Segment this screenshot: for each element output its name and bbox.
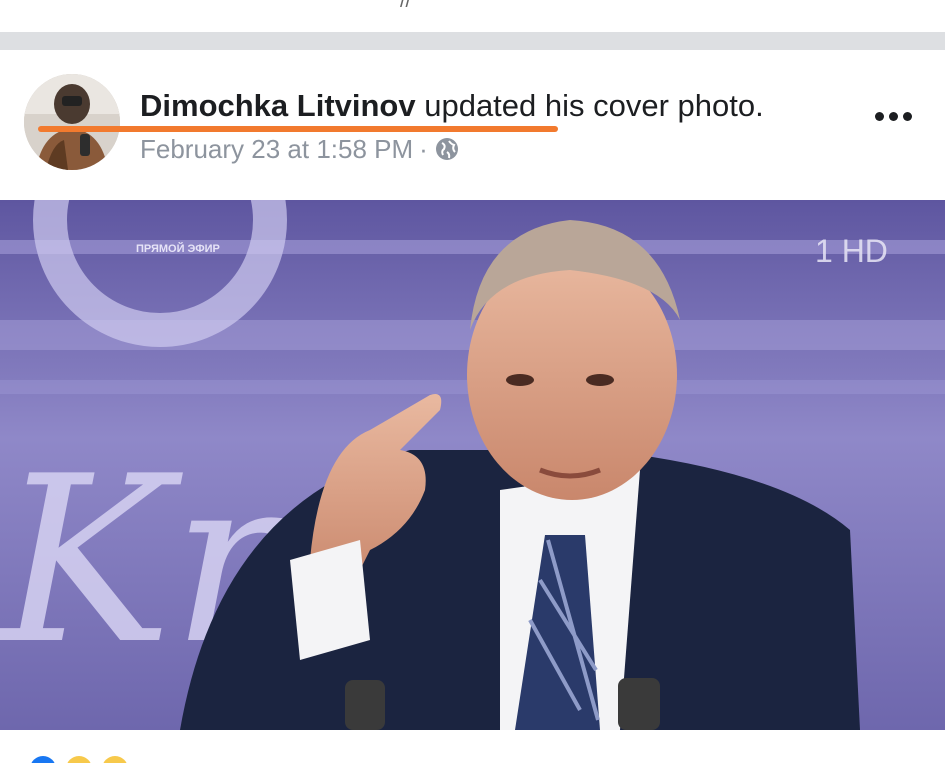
channel-logo: 1 HD xyxy=(815,233,888,269)
like-icon[interactable] xyxy=(30,756,56,763)
previous-post-edge: // xyxy=(0,0,945,32)
feed-separator xyxy=(0,32,945,50)
avatar-image xyxy=(24,74,120,170)
post-meta: February 23 at 1:58 PM · xyxy=(140,134,460,164)
more-options-button[interactable] xyxy=(868,98,918,134)
wow-icon[interactable] xyxy=(102,756,128,763)
post-action-text: updated his cover photo. xyxy=(415,88,764,123)
haha-icon[interactable] xyxy=(66,756,92,763)
cover-photo-image: Kr ПРЯМОЙ ЭФИР 1 HD xyxy=(0,200,945,730)
avatar[interactable] xyxy=(24,74,120,170)
cover-photo[interactable]: Kr ПРЯМОЙ ЭФИР 1 HD xyxy=(0,200,945,730)
more-options-icon-dot xyxy=(888,111,898,121)
live-caption: ПРЯМОЙ ЭФИР xyxy=(136,242,220,255)
highlight-underline xyxy=(38,126,558,132)
post-timestamp[interactable]: February 23 at 1:58 PM xyxy=(140,134,413,164)
globe-icon[interactable] xyxy=(434,136,460,162)
reactions-bar xyxy=(0,730,945,763)
more-options-icon xyxy=(874,111,884,121)
post-header: Dimochka Litvinov updated his cover phot… xyxy=(0,50,945,200)
author-name-link[interactable]: Dimochka Litvinov xyxy=(140,88,416,123)
meta-separator: · xyxy=(419,134,428,164)
partial-icon: // xyxy=(400,0,412,12)
post-headline: Dimochka Litvinov updated his cover phot… xyxy=(140,88,764,124)
more-options-icon-dot xyxy=(902,111,912,121)
